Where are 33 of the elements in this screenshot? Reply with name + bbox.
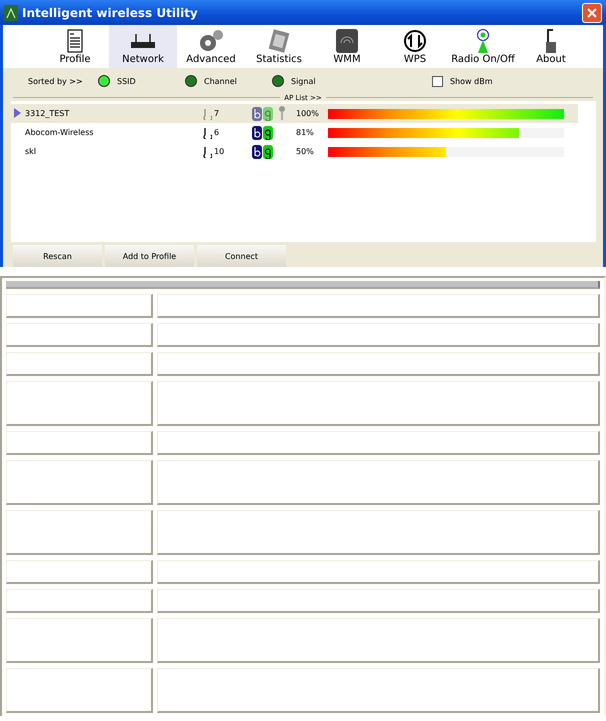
show-dbm-checkbox[interactable]: Show dBm bbox=[432, 76, 492, 86]
radio-dot[interactable] bbox=[272, 75, 284, 87]
close-icon bbox=[587, 8, 597, 18]
action-button[interactable]: Rescan bbox=[13, 245, 102, 267]
ssid-text: Abocom-Wireless bbox=[25, 128, 95, 137]
signal-text: 81% bbox=[295, 128, 315, 137]
antenna-icon bbox=[476, 29, 490, 53]
toolbar-tab[interactable]: Network bbox=[109, 25, 177, 68]
action-button[interactable]: Connect bbox=[197, 245, 286, 267]
window-title: Intelligent wireless Utility bbox=[22, 6, 199, 20]
bg-mode-icon bbox=[252, 106, 274, 120]
ssid-text: skl bbox=[25, 147, 38, 156]
sort-option[interactable]: SSID bbox=[98, 75, 185, 87]
ap-row[interactable]: 3312_TEST 7 100% bbox=[11, 104, 578, 123]
ap-row[interactable]: skl 10 50% bbox=[11, 142, 578, 161]
channel-text: 7 bbox=[213, 109, 220, 118]
pointer-icon bbox=[14, 108, 21, 118]
bg-mode-icon bbox=[252, 144, 274, 158]
ssid-text: 3312_TEST bbox=[25, 109, 70, 118]
ap-row[interactable]: Abocom-Wireless 6 81% bbox=[11, 123, 578, 142]
bg-mode-icon bbox=[252, 126, 274, 140]
radio-dot[interactable] bbox=[98, 75, 110, 87]
signal-text: 50% bbox=[295, 147, 315, 156]
radio-dot[interactable] bbox=[185, 75, 197, 87]
action-button[interactable]: Add to Profile bbox=[105, 245, 194, 267]
close-button[interactable] bbox=[582, 2, 602, 22]
sort-option[interactable]: Channel bbox=[185, 75, 272, 87]
channel-text: 10 bbox=[213, 147, 226, 156]
app-icon bbox=[4, 4, 18, 20]
sort-option[interactable]: Signal bbox=[272, 75, 432, 87]
sort-label: Sorted by >> bbox=[28, 76, 84, 86]
signal-text: 100% bbox=[295, 109, 320, 118]
channel-text: 6 bbox=[213, 128, 220, 137]
